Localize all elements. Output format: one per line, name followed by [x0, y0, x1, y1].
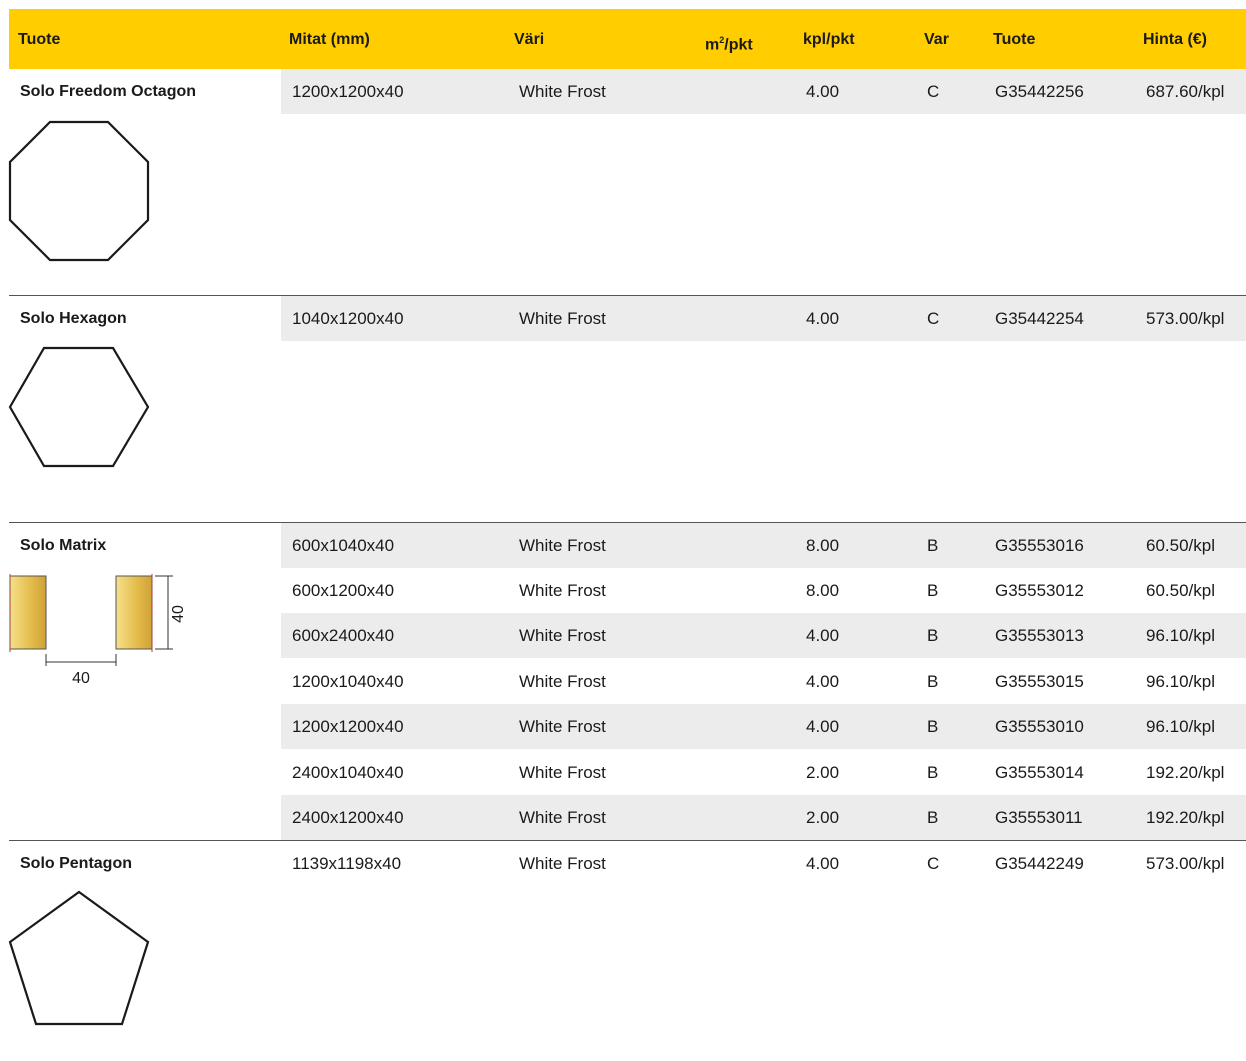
cell-pieces: 4.00: [806, 672, 840, 691]
table-row: 1200x1200x40 White Frost 4.00 B G3555301…: [281, 704, 1246, 749]
cell-pieces: 4.00: [806, 626, 840, 645]
cell-variant: B: [927, 717, 939, 736]
cell-pieces: 4.00: [806, 854, 840, 873]
cell-variant: C: [927, 82, 940, 101]
cell-color: White Frost: [519, 854, 606, 873]
table-row: 600x2400x40 White Frost 4.00 B G35553013…: [281, 613, 1246, 658]
cell-pieces: 4.00: [806, 717, 840, 736]
cell-dimensions: 2400x1200x40: [292, 808, 404, 827]
cell-price: 192.20/kpl: [1146, 808, 1225, 827]
table-row: 1139x1198x40 White Frost 4.00 C G3544224…: [281, 841, 1246, 886]
header-product-code: Tuote: [993, 31, 1036, 48]
cell-code: G35442256: [995, 82, 1084, 101]
header-variant: Var: [924, 31, 949, 48]
cell-color: White Frost: [519, 309, 606, 328]
cell-variant: B: [927, 581, 939, 600]
cell-color: White Frost: [519, 763, 606, 782]
header-price: Hinta (€): [1143, 31, 1207, 48]
table-row: 600x1200x40 White Frost 8.00 B G35553012…: [281, 568, 1246, 613]
cell-dimensions: 1200x1040x40: [292, 672, 404, 691]
table-row: 2400x1200x40 White Frost 2.00 B G3555301…: [281, 795, 1246, 840]
cell-code: G35553010: [995, 717, 1084, 736]
cell-dimensions: 1200x1200x40: [292, 82, 404, 101]
cell-price: 573.00/kpl: [1146, 854, 1225, 873]
cell-price: 60.50/kpl: [1146, 581, 1215, 600]
product-name: Solo Pentagon: [20, 855, 132, 872]
cell-code: G35553011: [995, 808, 1083, 827]
cell-pieces: 8.00: [806, 536, 840, 555]
hexagon-icon: [8, 346, 150, 468]
table-row: 2400x1040x40 White Frost 2.00 B G3555301…: [281, 750, 1246, 795]
cell-color: White Frost: [519, 581, 606, 600]
product-name: Solo Hexagon: [20, 310, 127, 327]
cell-color: White Frost: [519, 808, 606, 827]
header-pieces-per-package: kpl/pkt: [803, 31, 855, 48]
product-name: Solo Freedom Octagon: [20, 83, 197, 100]
pentagon-icon: [8, 890, 150, 1026]
header-m2-per-package: m2/pkt: [705, 35, 753, 54]
cell-dimensions: 600x1200x40: [292, 581, 395, 600]
profile-width-label: 40: [72, 670, 90, 687]
cell-code: G35553015: [995, 672, 1084, 691]
profile-height-label: 40: [170, 605, 187, 623]
cell-price: 192.20/kpl: [1146, 763, 1225, 782]
table-row: 1200x1200x40 White Frost 4.00 C G3544225…: [281, 69, 1246, 114]
cell-price: 96.10/kpl: [1146, 672, 1215, 691]
cell-variant: B: [927, 763, 939, 782]
cell-variant: B: [927, 536, 939, 555]
cell-pieces: 2.00: [806, 763, 840, 782]
cell-color: White Frost: [519, 82, 606, 101]
cell-pieces: 4.00: [806, 309, 840, 328]
product-name: Solo Matrix: [20, 537, 107, 554]
table-row: 600x1040x40 White Frost 8.00 B G35553016…: [281, 523, 1246, 568]
cell-pieces: 2.00: [806, 808, 840, 827]
cell-variant: B: [927, 672, 939, 691]
cell-dimensions: 600x2400x40: [292, 626, 395, 645]
cell-variant: B: [927, 808, 939, 827]
table-row: 1040x1200x40 White Frost 4.00 C G3544225…: [281, 296, 1246, 341]
cell-code: G35442254: [995, 309, 1084, 328]
cell-code: G35553014: [995, 763, 1084, 782]
header-color: Väri: [514, 31, 545, 48]
cell-color: White Frost: [519, 672, 606, 691]
table-row: 1200x1040x40 White Frost 4.00 B G3555301…: [281, 659, 1246, 704]
cell-variant: B: [927, 626, 939, 645]
cell-pieces: 4.00: [806, 82, 840, 101]
octagon-icon: [8, 120, 150, 262]
cell-code: G35442249: [995, 854, 1084, 873]
cell-dimensions: 2400x1040x40: [292, 763, 404, 782]
cell-code: G35553013: [995, 626, 1084, 645]
cell-color: White Frost: [519, 626, 606, 645]
cell-dimensions: 600x1040x40: [292, 536, 395, 555]
cell-price: 96.10/kpl: [1146, 717, 1215, 736]
header-dimensions: Mitat (mm): [289, 31, 370, 48]
header-product: Tuote: [18, 31, 61, 48]
cell-dimensions: 1200x1200x40: [292, 717, 404, 736]
cell-price: 96.10/kpl: [1146, 626, 1215, 645]
cell-code: G35553016: [995, 536, 1084, 555]
cell-variant: C: [927, 309, 940, 328]
cell-dimensions: 1040x1200x40: [292, 309, 404, 328]
table-header: Tuote Mitat (mm) Väri m2/pkt kpl/pkt Var…: [9, 9, 1246, 69]
cell-price: 573.00/kpl: [1146, 309, 1225, 328]
cell-pieces: 8.00: [806, 581, 840, 600]
cell-price: 687.60/kpl: [1146, 82, 1225, 101]
cell-dimensions: 1139x1198x40: [292, 854, 402, 873]
cell-code: G35553012: [995, 581, 1084, 600]
cell-price: 60.50/kpl: [1146, 536, 1215, 555]
cell-color: White Frost: [519, 717, 606, 736]
cell-variant: C: [927, 854, 940, 873]
cell-color: White Frost: [519, 536, 606, 555]
edge-profile-icon: 40 40: [9, 574, 187, 687]
